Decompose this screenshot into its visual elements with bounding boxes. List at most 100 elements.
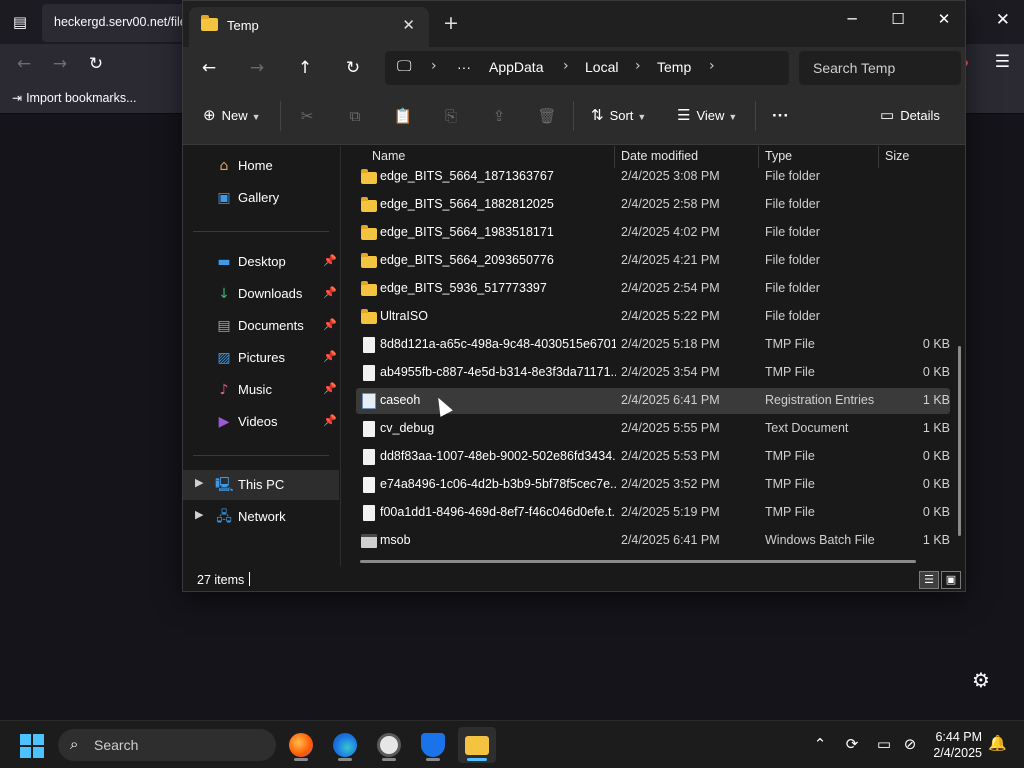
- explorer-tab[interactable]: Temp ✕: [189, 7, 429, 47]
- nav-item-downloads[interactable]: ↓ Downloads 📌: [183, 279, 339, 309]
- nav-divider: [193, 455, 329, 456]
- copy-icon[interactable]: ⧉: [344, 105, 366, 127]
- breadcrumb[interactable]: 🖵 › ··· AppData › Local › Temp ›: [385, 51, 789, 85]
- share-icon[interactable]: ⇪: [488, 105, 510, 127]
- column-size[interactable]: Size: [885, 149, 909, 163]
- nav-label-downloads: Downloads: [238, 286, 303, 301]
- chevron-up-icon[interactable]: ⌃: [810, 735, 830, 753]
- column-name[interactable]: Name: [372, 149, 405, 163]
- nav-item-music[interactable]: ♪ Music 📌: [183, 375, 339, 405]
- nav-item-videos[interactable]: ▶ Videos 📌: [183, 407, 339, 437]
- nav-item-network[interactable]: ▶ 🖧 Network: [183, 502, 339, 532]
- table-row[interactable]: msob 2/4/2025 6:41 PM Windows Batch File 1 …: [356, 528, 950, 554]
- back-icon[interactable]: ←: [12, 52, 36, 76]
- up-arrow-icon[interactable]: ↑: [291, 55, 319, 81]
- paste-icon[interactable]: 📋: [392, 105, 414, 127]
- table-row[interactable]: edge_BITS_5936_517773397 2/4/2025 2:54 PM…: [356, 276, 950, 302]
- horizontal-scrollbar[interactable]: [360, 560, 916, 563]
- edge-icon[interactable]: [326, 727, 364, 763]
- details-button[interactable]: ▭ Details: [880, 103, 940, 129]
- table-row[interactable]: UltraISO 2/4/2025 5:22 PM File folder: [356, 304, 950, 330]
- reload-icon[interactable]: ↻: [84, 52, 108, 76]
- clock[interactable]: 6:44 PM 2/4/2025: [930, 729, 982, 761]
- back-arrow-icon[interactable]: ←: [195, 55, 223, 81]
- nav-item-gallery[interactable]: ▣ Gallery: [183, 183, 339, 213]
- table-row[interactable]: edge_BITS_5664_1882812025 2/4/2025 2:58 P…: [356, 192, 950, 218]
- monitor-icon[interactable]: 🖵: [397, 58, 411, 75]
- vertical-scrollbar[interactable]: [958, 346, 961, 536]
- defender-icon[interactable]: [414, 727, 452, 763]
- import-bookmarks-link[interactable]: ⇥ Import bookmarks...: [12, 91, 137, 105]
- this-pc-icon: 🖳: [215, 477, 234, 493]
- pin-icon[interactable]: 📌: [323, 286, 337, 299]
- rename-icon[interactable]: ⎘: [440, 105, 462, 127]
- nav-item-desktop[interactable]: ▬ Desktop 📌: [183, 247, 339, 277]
- breadcrumb-overflow[interactable]: ···: [457, 59, 471, 75]
- table-row[interactable]: f00a1dd1-8496-469d-8ef7-f46c046d0efe.t..…: [356, 500, 950, 526]
- browser-close-button[interactable]: ✕: [996, 10, 1010, 30]
- maximize-icon[interactable]: ☐: [875, 5, 921, 35]
- column-date-modified[interactable]: Date modified: [621, 149, 698, 163]
- delete-icon[interactable]: 🗑: [536, 105, 558, 127]
- menu-icon[interactable]: ☰: [995, 52, 1010, 72]
- view-button[interactable]: ☰ View ▼: [677, 103, 737, 129]
- pin-icon[interactable]: 📌: [323, 382, 337, 395]
- running-indicator: [467, 758, 487, 761]
- view-list-icon: ☰: [677, 107, 691, 124]
- firefox-icon[interactable]: [282, 727, 320, 763]
- nav-item-documents[interactable]: ▤ Documents 📌: [183, 311, 339, 341]
- taskbar-search-label: Search: [94, 737, 139, 753]
- search-input[interactable]: [799, 51, 961, 85]
- new-tab-icon[interactable]: +: [443, 13, 459, 33]
- table-row[interactable]: dd8f83aa-1007-48eb-9002-502e86fd3434....…: [356, 444, 950, 470]
- table-row[interactable]: edge_BITS_5664_1983518171 2/4/2025 4:02 P…: [356, 220, 950, 246]
- table-row[interactable]: ab4955fb-c887-4e5d-b314-8e3f3da71171....…: [356, 360, 950, 386]
- file-size: 0 KB: [922, 337, 950, 351]
- sync-icon[interactable]: ⟳: [842, 735, 862, 753]
- sort-button[interactable]: ⇅ Sort ▼: [591, 103, 646, 129]
- settings-gear-icon[interactable]: ⚙: [972, 668, 990, 692]
- breadcrumb-appdata[interactable]: AppData: [489, 59, 543, 75]
- nav-item-this-pc[interactable]: ▶ 🖳 This PC: [183, 470, 339, 500]
- pin-icon[interactable]: 📌: [323, 350, 337, 363]
- file-date: 2/4/2025 4:21 PM: [621, 253, 720, 267]
- pin-icon[interactable]: 📌: [323, 254, 337, 267]
- chevron-right-icon[interactable]: ▶: [195, 508, 203, 521]
- network-status-icon[interactable]: ⊘: [900, 735, 920, 753]
- table-row[interactable]: e74a8496-1c06-4d2b-b3b9-5bf78f5cec7e....…: [356, 472, 950, 498]
- file-type: TMP File: [765, 477, 815, 491]
- table-row[interactable]: edge_BITS_5664_2093650776 2/4/2025 4:21 P…: [356, 248, 950, 274]
- taskbar-search[interactable]: ⌕ Search: [58, 729, 276, 761]
- table-row[interactable]: edge_BITS_5664_1871363767 2/4/2025 3:08 P…: [356, 164, 950, 190]
- pin-icon[interactable]: 📌: [323, 318, 337, 331]
- breadcrumb-temp[interactable]: Temp: [657, 59, 691, 75]
- close-tab-icon[interactable]: ✕: [402, 16, 415, 34]
- windows-start-icon[interactable]: [20, 734, 44, 758]
- clock-icon[interactable]: [370, 727, 408, 763]
- notification-bell-icon[interactable]: 🔔: [988, 734, 1007, 752]
- pin-icon[interactable]: 📌: [323, 414, 337, 427]
- file-explorer-icon[interactable]: [458, 727, 496, 763]
- details-view-icon[interactable]: ☰: [919, 571, 939, 589]
- forward-arrow-icon[interactable]: →: [243, 55, 271, 81]
- navigation-pane: ⌂ Home ▣ Gallery ▬ Desktop 📌 ↓ Downloads…: [183, 146, 341, 566]
- tiles-view-icon[interactable]: ▣: [941, 571, 961, 589]
- new-button[interactable]: ⊕ New ▼: [203, 103, 261, 129]
- more-options-button[interactable]: ···: [772, 103, 789, 129]
- browser-tab[interactable]: heckergd.serv00.net/file: [42, 4, 202, 42]
- forward-icon[interactable]: →: [48, 52, 72, 76]
- column-type[interactable]: Type: [765, 149, 792, 163]
- file-name: f00a1dd1-8496-469d-8ef7-f46c046d0efe.t..…: [380, 505, 616, 519]
- cut-icon[interactable]: ✂: [296, 105, 318, 127]
- table-row[interactable]: cv_debug 2/4/2025 5:55 PM Text Document 1 K…: [356, 416, 950, 442]
- display-icon[interactable]: ▭: [874, 735, 894, 753]
- minimize-icon[interactable]: ─: [829, 5, 875, 35]
- nav-item-pictures[interactable]: ▨ Pictures 📌: [183, 343, 339, 373]
- tab-overview-icon[interactable]: ▤: [10, 12, 30, 32]
- nav-item-home[interactable]: ⌂ Home: [183, 151, 339, 181]
- breadcrumb-local[interactable]: Local: [585, 59, 618, 75]
- chevron-right-icon[interactable]: ▶: [195, 476, 203, 489]
- refresh-icon[interactable]: ↻: [339, 55, 367, 81]
- table-row[interactable]: 8d8d121a-a65c-498a-9c48-4030515e6701....…: [356, 332, 950, 358]
- close-window-icon[interactable]: ✕: [921, 5, 967, 35]
